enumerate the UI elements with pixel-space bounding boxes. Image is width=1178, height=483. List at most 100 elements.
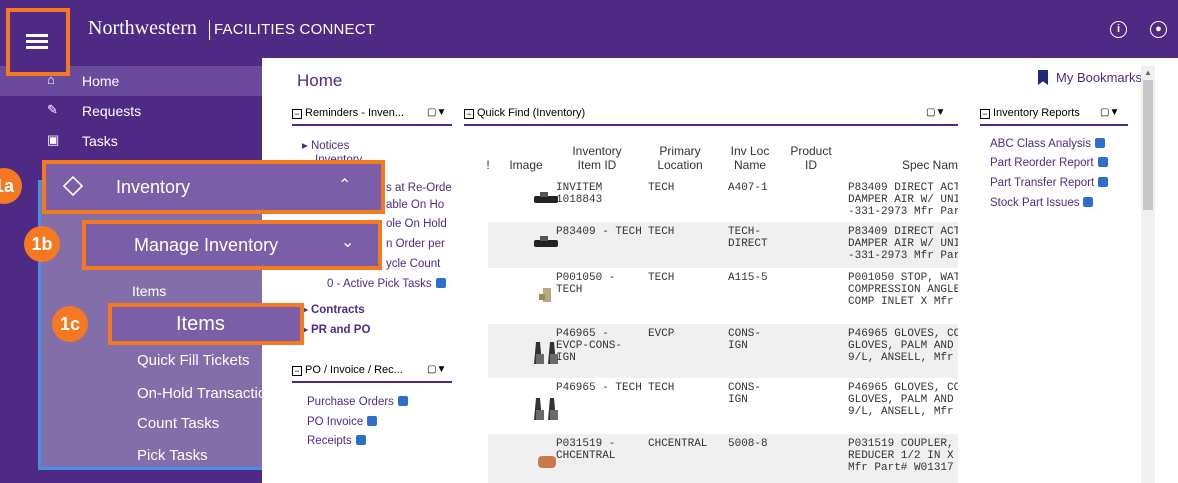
chevron-down-icon: ⌄ (341, 234, 355, 251)
part-transfer-report-link[interactable]: Part Transfer Report (990, 177, 1109, 189)
page-title: Home (297, 71, 343, 90)
active-pick-label: 0 - Active Pick Tasks (327, 278, 432, 290)
quick-find-header[interactable]: − Quick Find (Inventory) (464, 107, 585, 119)
reminder-on-hold[interactable]: ole On Hold (386, 218, 447, 230)
purchase-orders-link[interactable]: Purchase Orders (307, 396, 408, 408)
contracts-toggle[interactable]: ▸ Contracts (302, 302, 365, 316)
sidebar-sub-pick-tasks[interactable]: Pick Tasks (137, 447, 208, 464)
panel-menu-icon[interactable]: ▢▼ (427, 107, 446, 118)
user-icon[interactable]: ● (1150, 21, 1167, 38)
spec-name: P001050 STOP, WATER COMPRESSION ANGLE CO… (848, 272, 958, 308)
sidebar-sub-on-hold[interactable]: On-Hold Transactions (137, 385, 282, 402)
col-flag: ! (486, 158, 490, 172)
sidebar-sub-items-partial[interactable]: Items (132, 283, 166, 299)
items-menu-item[interactable]: Items (108, 303, 304, 345)
inv-loc-name: A115-5 (728, 272, 768, 284)
top-bar: Northwestern FACILITIES CONNECT i ● (0, 0, 1178, 58)
collapse-icon[interactable]: − (464, 109, 474, 119)
collapse-icon[interactable]: − (292, 366, 302, 376)
po-panel-title: PO / Invoice / Rec... (305, 364, 403, 376)
sidebar-item-tasks[interactable]: ▣ Tasks (0, 126, 262, 156)
reminder-reorder[interactable]: s at Re-Orde (386, 182, 452, 194)
manage-inventory-menu-item[interactable]: Manage Inventory ⌄ (82, 220, 382, 270)
panel-menu-icon[interactable]: ▢▼ (427, 364, 446, 375)
callout-badge-1c: 1c (52, 306, 88, 342)
sidebar-sub-count-tasks[interactable]: Count Tasks (137, 415, 219, 432)
bookmark-icon (1038, 70, 1048, 85)
col-spec[interactable]: Spec Nam (902, 158, 958, 172)
stock-part-issues-link[interactable]: Stock Part Issues (990, 197, 1094, 209)
inv-loc-name: CONS- IGN (728, 328, 762, 352)
item-id: P031519 - CHCENTRAL (556, 438, 616, 462)
collapse-icon[interactable]: − (292, 109, 302, 119)
active-pick-tasks-link[interactable]: 0 - Active Pick Tasks (327, 278, 446, 290)
purchase-orders-label: Purchase Orders (307, 396, 394, 408)
notices-toggle[interactable]: ▸ Notices (302, 138, 349, 152)
inventory-menu-item[interactable]: Inventory ⌃ (42, 160, 385, 214)
part-reorder-report-link[interactable]: Part Reorder Report (990, 157, 1108, 169)
reminders-panel-header[interactable]: − Reminders - Inven... (292, 107, 404, 119)
items-label: Items (176, 313, 225, 335)
collapse-icon[interactable]: − (980, 109, 990, 119)
external-link-icon (1083, 197, 1094, 207)
chevron-up-icon: ⌃ (338, 177, 352, 194)
po-panel-header[interactable]: − PO / Invoice / Rec... (292, 364, 403, 376)
reminder-order[interactable]: n Order per (386, 238, 445, 250)
table-row[interactable]: P001050 - TECH TECH A115-5 P001050 STOP,… (488, 268, 958, 324)
po-invoice-link[interactable]: PO Invoice (307, 416, 378, 428)
reminders-title: Reminders - Inven... (305, 107, 405, 119)
sidebar-item-requests[interactable]: ✎ Requests (0, 96, 262, 126)
item-id: INVITEM 1018843 (556, 182, 603, 206)
table-row[interactable]: P031519 - CHCENTRAL CHCENTRAL 5008-8 P03… (488, 434, 958, 483)
inventory-reports-title: Inventory Reports (993, 107, 1080, 119)
panel-divider (980, 124, 1128, 126)
inventory-reports-header[interactable]: − Inventory Reports (980, 107, 1080, 119)
receipts-link[interactable]: Receipts (307, 435, 366, 447)
scrollbar-thumb[interactable] (1143, 80, 1153, 210)
main-content: Home My Bookmarks − Reminders - Inven... … (262, 58, 1178, 483)
brand-logo[interactable]: Northwestern (88, 17, 197, 40)
panel-menu-icon[interactable]: ▢▼ (926, 107, 945, 118)
table-row[interactable]: P83409 - TECH TECH TECH- DIRECT P83409 D… (488, 222, 958, 268)
reminder-available[interactable]: able On Ho (386, 199, 444, 211)
bookmarks-link[interactable]: My Bookmarks (1038, 70, 1142, 85)
notices-label: Notices (310, 140, 350, 152)
clipboard-icon: ▣ (47, 132, 60, 147)
spec-name: P46965 GLOVES, COAT GLOVES, PALM AND FI … (848, 328, 958, 364)
panel-divider (292, 381, 452, 383)
table-row[interactable]: INVITEM 1018843 TECH A407-1 P83409 DIREC… (488, 174, 958, 222)
inv-loc-name: A407-1 (728, 182, 768, 194)
external-link-icon (355, 435, 366, 445)
table-row[interactable]: P46965 - TECH TECH CONS- IGN P46965 GLOV… (488, 378, 958, 434)
external-link-icon (1094, 138, 1105, 148)
col-location[interactable]: Primary Location (645, 144, 715, 172)
panel-divider (292, 124, 452, 126)
primary-location: EVCP (648, 328, 675, 340)
report-label: Stock Part Issues (990, 197, 1080, 209)
table-row[interactable]: P46965 - EVCP-CONS- IGN EVCP CONS- IGN P… (488, 324, 958, 378)
abc-class-analysis-link[interactable]: ABC Class Analysis (990, 138, 1105, 150)
item-id: P46965 - TECH (556, 382, 642, 394)
primary-location: TECH (648, 226, 675, 238)
report-label: Part Reorder Report (990, 157, 1094, 169)
col-loc-name[interactable]: Inv Loc Name (720, 144, 780, 172)
contracts-label: Contracts (310, 304, 365, 316)
item-id: P001050 - TECH (556, 272, 616, 296)
sidebar-sub-quick-fill[interactable]: Quick Fill Tickets (137, 352, 250, 369)
inv-loc-name: 5008-8 (728, 438, 768, 450)
col-product-id[interactable]: Product ID (784, 144, 838, 172)
brand-subtitle: FACILITIES CONNECT (214, 21, 376, 38)
scroll-up-icon[interactable]: ▲ (1144, 68, 1152, 77)
menu-button[interactable] (6, 8, 70, 76)
spec-name: P83409 DIRECT ACTU DAMPER AIR W/ UNIV -3… (848, 182, 958, 218)
reminder-cycle-count[interactable]: ycle Count (386, 258, 440, 270)
external-link-icon (367, 416, 378, 426)
box-icon (62, 175, 84, 197)
primary-location: TECH (648, 182, 675, 194)
col-item-id[interactable]: Inventory Item ID (557, 144, 637, 172)
vertical-scrollbar[interactable]: ▲ (1141, 66, 1155, 483)
panel-menu-icon[interactable]: ▢▼ (1100, 107, 1119, 118)
pr-po-toggle[interactable]: ▸ PR and PO (302, 322, 370, 336)
info-icon[interactable]: i (1110, 21, 1127, 38)
sidebar-item-label: Home (82, 73, 120, 89)
